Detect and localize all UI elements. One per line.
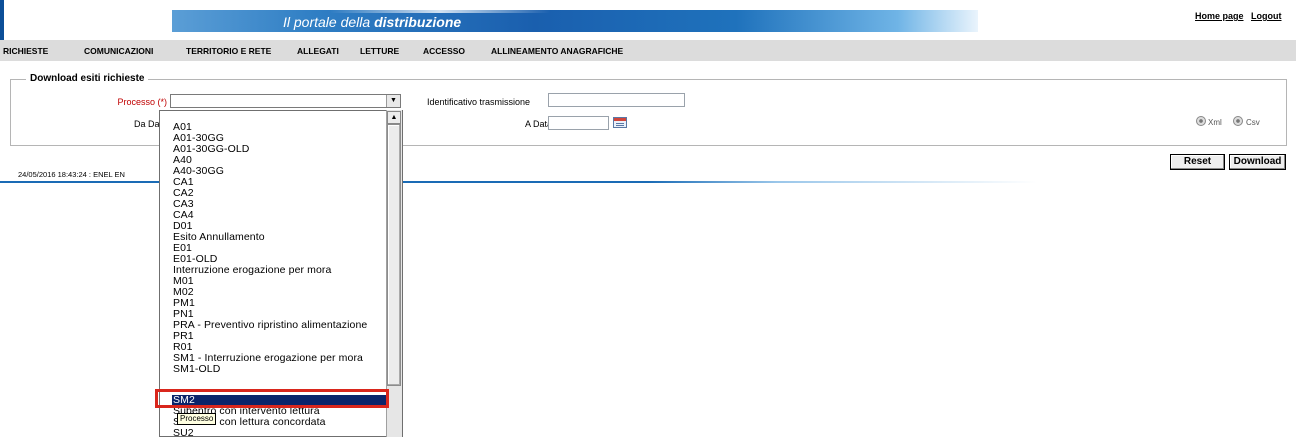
menu-letture[interactable]: LETTURE [360, 46, 399, 56]
xml-radio[interactable] [1196, 116, 1206, 126]
processo-tooltip: Processo [177, 413, 217, 425]
menu-accesso[interactable]: ACCESSO [423, 46, 465, 56]
portal-title: Il portale della distribuzione [283, 14, 462, 30]
download-button[interactable]: Download [1229, 154, 1286, 170]
identificativo-trasmissione-input[interactable] [548, 93, 685, 107]
processo-dropdown-list[interactable]: A01 A01-30GG A01-30GG-OLD A40 A40-30GG C… [159, 110, 403, 437]
a-data-input[interactable] [548, 116, 609, 130]
menu-allineamento-anagrafiche[interactable]: ALLINEAMENTO ANAGRAFICHE [491, 46, 623, 56]
banner-shine [330, 10, 550, 13]
menu-richieste[interactable]: RICHIESTE [3, 46, 48, 56]
menu-comunicazioni[interactable]: COMUNICAZIONI [84, 46, 153, 56]
reset-button[interactable]: Reset [1170, 154, 1225, 170]
dropdown-option[interactable]: SM1-OLD [173, 364, 220, 375]
dropdown-option[interactable]: PRA - Preventivo ripristino alimentazion… [173, 320, 367, 331]
processo-label: Processo (*) [117, 97, 167, 107]
menu-allegati[interactable]: ALLEGATI [297, 46, 339, 56]
status-timestamp: 24/05/2016 18:43:24 : ENEL EN [18, 170, 125, 179]
scroll-up-arrow-icon[interactable]: ▲ [387, 111, 401, 124]
calendar-icon[interactable] [613, 117, 627, 128]
csv-radio[interactable] [1233, 116, 1243, 126]
home-page-link[interactable]: Home page [1195, 11, 1244, 21]
selection-highlight-box [155, 389, 389, 408]
chevron-down-icon[interactable]: ▼ [386, 95, 400, 107]
scrollbar-thumb[interactable] [387, 124, 401, 386]
left-accent-bar [0, 0, 4, 40]
fieldset-legend: Download esiti richieste [26, 73, 149, 84]
xml-radio-label: Xml [1208, 118, 1222, 127]
dropdown-option[interactable]: Interruzione erogazione per mora [173, 265, 331, 276]
menu-territorio-e-rete[interactable]: TERRITORIO E RETE [186, 46, 271, 56]
identificativo-trasmissione-label: Identificativo trasmissione [427, 97, 531, 107]
dropdown-option[interactable]: SU2 [173, 428, 194, 437]
processo-select[interactable] [170, 94, 401, 108]
logout-link[interactable]: Logout [1251, 11, 1282, 21]
csv-radio-label: Csv [1246, 118, 1260, 127]
